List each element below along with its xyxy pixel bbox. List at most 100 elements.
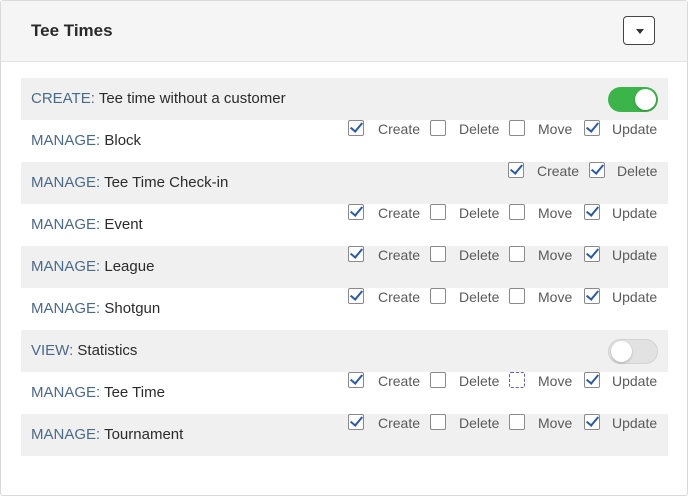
permission-list: CREATE: Tee time without a customer MANAG… (21, 78, 668, 456)
permission-row: MANAGE: Block Create Delete Move Update (21, 119, 668, 162)
toggle-knob (611, 341, 632, 362)
create-label: Create (378, 289, 421, 305)
update-label: Update (612, 373, 658, 389)
permission-name: Tee time without a customer (98, 90, 286, 107)
create-checkbox[interactable] (508, 161, 524, 178)
delete-checkbox[interactable] (430, 120, 446, 136)
update-label: Update (612, 415, 658, 431)
permission-row: MANAGE: Event Create Delete Move Update (21, 203, 668, 246)
permission-kind: MANAGE: (31, 174, 101, 191)
permission-kind: VIEW: (31, 342, 74, 359)
permission-kind: MANAGE: (31, 258, 101, 275)
delete-checkbox[interactable] (430, 288, 446, 304)
update-label: Update (612, 205, 658, 221)
checkmark-icon (585, 203, 600, 217)
delete-label: Delete (617, 163, 658, 179)
checkmark-icon (349, 245, 364, 259)
checkmark-icon (585, 245, 600, 259)
checkmark-icon (585, 371, 600, 385)
move-label: Move (538, 247, 573, 263)
move-label: Move (538, 205, 573, 221)
update-checkbox[interactable] (584, 413, 600, 430)
permission-row: MANAGE: Tournament Create Delete Move Update (21, 413, 668, 456)
permission-label: VIEW: Statistics (31, 342, 137, 359)
permission-name: Statistics (77, 342, 138, 359)
move-checkbox[interactable] (509, 288, 525, 304)
create-label: Create (378, 415, 421, 431)
checkmark-icon (349, 287, 364, 301)
move-label: Move (538, 415, 573, 431)
checkmark-icon (585, 287, 600, 301)
create-checkbox[interactable] (348, 119, 364, 136)
permission-kind: MANAGE: (31, 132, 101, 149)
checkmark-icon (349, 119, 364, 133)
update-checkbox[interactable] (584, 287, 600, 304)
delete-label: Delete (459, 205, 500, 221)
permission-name: League (104, 258, 155, 275)
move-checkbox[interactable] (509, 414, 525, 430)
update-label: Update (612, 121, 658, 137)
checkmark-icon (590, 161, 605, 175)
checkmark-icon (585, 413, 600, 427)
update-label: Update (612, 289, 658, 305)
move-checkbox[interactable] (509, 246, 525, 262)
checkmark-icon (349, 203, 364, 217)
update-checkbox[interactable] (584, 371, 600, 388)
permission-kind: MANAGE: (31, 426, 101, 443)
create-label: Create (378, 373, 421, 389)
delete-checkbox[interactable] (430, 204, 446, 220)
update-checkbox[interactable] (584, 203, 600, 220)
permission-row: MANAGE: Shotgun Create Delete Move Update (21, 287, 668, 330)
create-checkbox[interactable] (348, 287, 364, 304)
update-checkbox[interactable] (584, 119, 600, 136)
permission-kind: MANAGE: (31, 216, 101, 233)
create-checkbox[interactable] (348, 203, 364, 220)
panel-dropdown-button[interactable] (623, 16, 655, 45)
delete-checkbox[interactable] (430, 246, 446, 262)
permission-row: VIEW: Statistics (21, 330, 668, 372)
move-label: Move (538, 289, 573, 305)
permission-name: Block (104, 132, 142, 149)
permission-label: MANAGE: Tee Time Check-in (31, 174, 228, 191)
delete-checkbox[interactable] (589, 161, 605, 178)
chevron-down-icon (636, 29, 644, 34)
update-label: Update (612, 247, 658, 263)
delete-label: Delete (459, 289, 500, 305)
checkmark-icon (349, 413, 364, 427)
create-label: Create (378, 121, 421, 137)
permission-label: MANAGE: Tournament (31, 426, 183, 443)
create-label: Create (378, 247, 421, 263)
checkmark-icon (349, 371, 364, 385)
create-checkbox[interactable] (348, 245, 364, 262)
delete-checkbox[interactable] (430, 372, 446, 388)
create-checkbox[interactable] (348, 371, 364, 388)
permission-label: CREATE: Tee time without a customer (31, 90, 286, 107)
permission-toggle[interactable] (608, 339, 658, 364)
permission-row: MANAGE: Tee Time Check-in Create Delete (21, 161, 668, 204)
permission-row: MANAGE: League Create Delete Move Update (21, 245, 668, 288)
permission-label: MANAGE: Event (31, 216, 143, 233)
delete-label: Delete (459, 247, 500, 263)
delete-checkbox[interactable] (430, 414, 446, 430)
permission-toggle[interactable] (608, 87, 658, 112)
permission-row: MANAGE: Tee Time Create Delete Move Update (21, 371, 668, 414)
permission-row: CREATE: Tee time without a customer (21, 78, 668, 120)
panel-title: Tee Times (31, 21, 113, 40)
checkmark-icon (585, 119, 600, 133)
permission-label: MANAGE: Tee Time (31, 384, 165, 401)
permission-kind: CREATE: (31, 90, 95, 107)
move-checkbox[interactable] (509, 204, 525, 220)
move-label: Move (538, 373, 573, 389)
permission-label: MANAGE: League (31, 258, 154, 275)
delete-label: Delete (459, 121, 500, 137)
permission-kind: MANAGE: (31, 300, 101, 317)
move-checkbox[interactable] (509, 372, 525, 388)
update-checkbox[interactable] (584, 245, 600, 262)
create-checkbox[interactable] (348, 413, 364, 430)
permission-name: Shotgun (104, 300, 161, 317)
permission-name: Tee Time (104, 384, 165, 401)
move-label: Move (538, 121, 573, 137)
permission-label: MANAGE: Shotgun (31, 300, 160, 317)
move-checkbox[interactable] (509, 120, 525, 136)
permission-kind: MANAGE: (31, 384, 101, 401)
